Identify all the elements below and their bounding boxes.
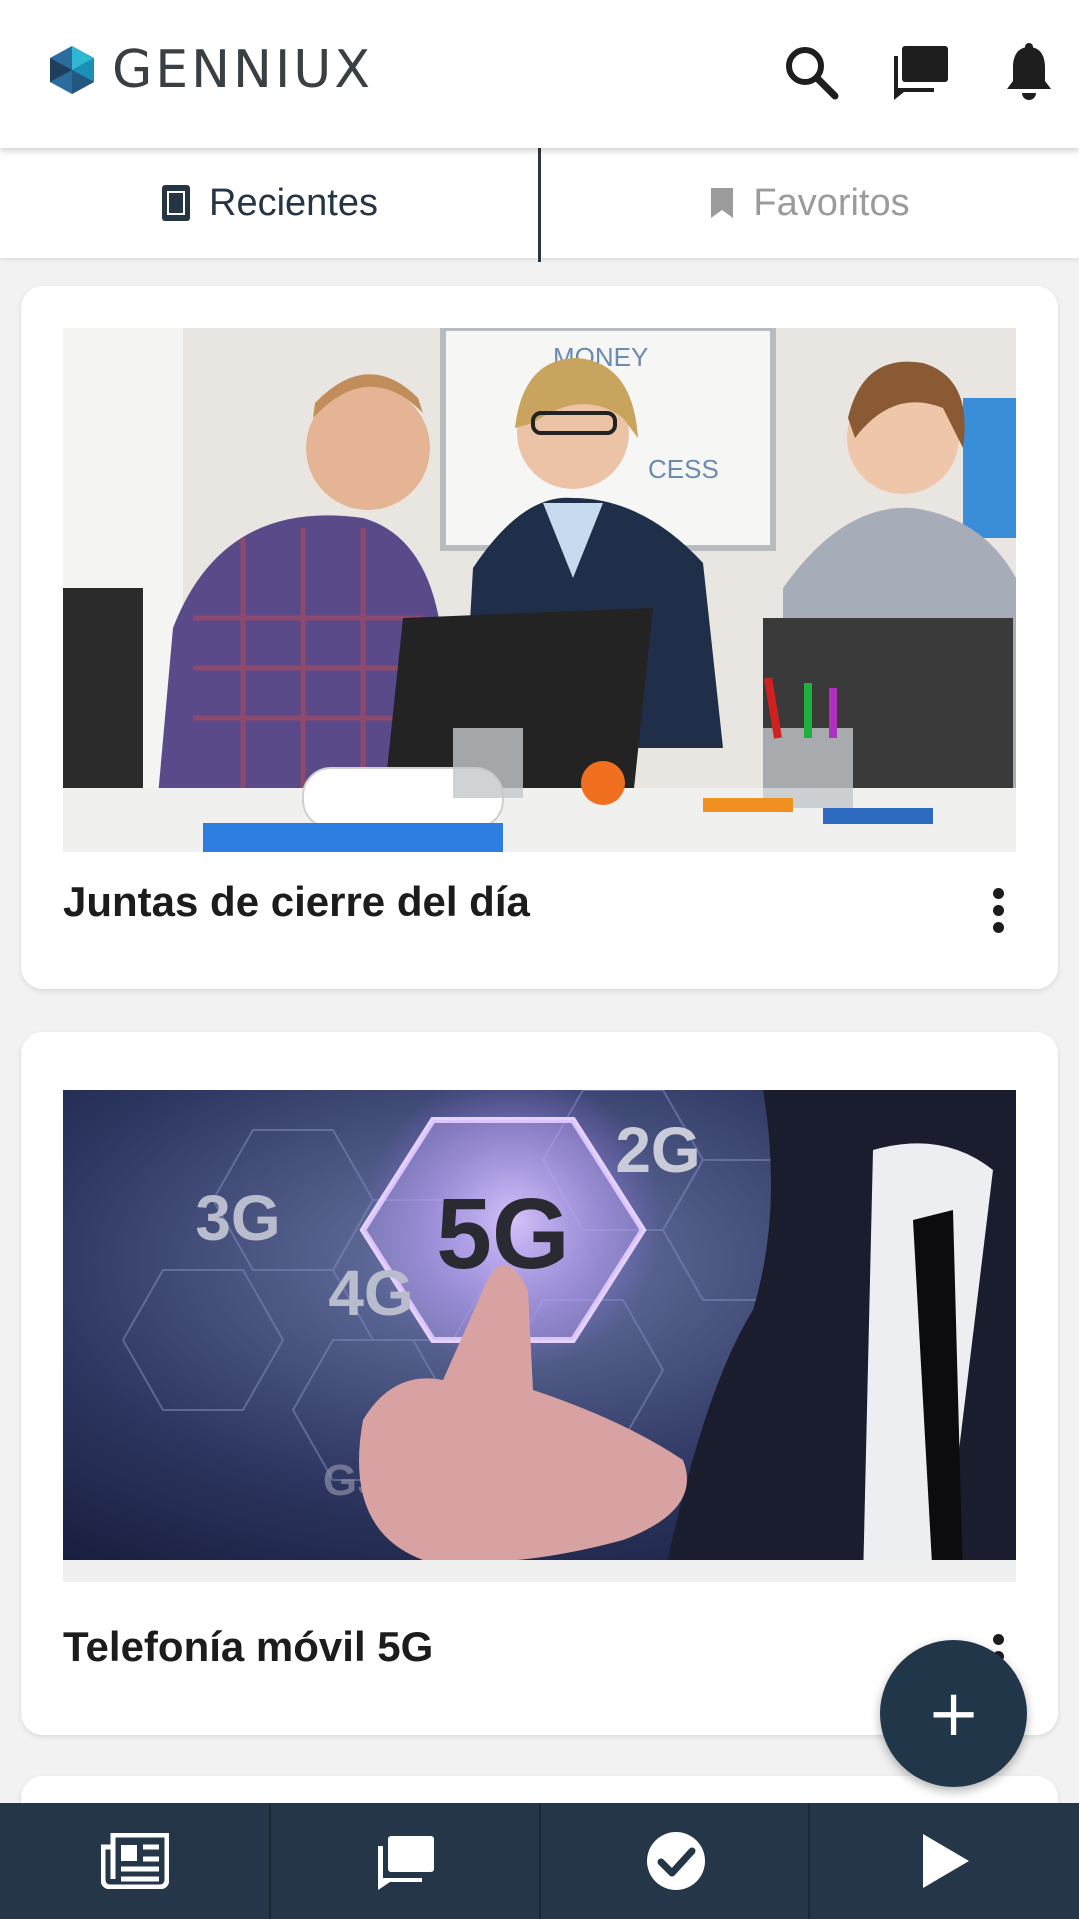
chat-icon[interactable] xyxy=(890,42,950,102)
card-title: Juntas de cierre del día xyxy=(63,878,530,925)
search-icon[interactable] xyxy=(781,42,841,102)
tab-recientes-label: Recientes xyxy=(209,181,378,224)
card-image[interactable]: MONEY N CESS xyxy=(63,328,1016,852)
play-icon xyxy=(922,1834,969,1888)
image-text-3g: 3G xyxy=(195,1182,280,1254)
tab-favoritos[interactable]: Favoritos xyxy=(540,148,1079,258)
bookmark-icon xyxy=(711,188,734,218)
tab-bar: Recientes Favoritos xyxy=(0,148,1079,262)
content-card[interactable]: MONEY N CESS xyxy=(21,286,1058,989)
nav-news[interactable] xyxy=(0,1803,269,1919)
nav-tasks[interactable] xyxy=(541,1803,810,1919)
brand-logo[interactable]: GENNIUX xyxy=(46,40,373,100)
logo-mark-icon xyxy=(50,46,94,94)
whiteboard-text-cess: CESS xyxy=(648,454,719,484)
more-vert-icon[interactable] xyxy=(990,886,1006,936)
app-root: GENNIUX Recientes Favoritos MONEY CESS J… xyxy=(0,0,1079,1919)
card-image[interactable]: 5G 2G 3G 4G GSM xyxy=(63,1090,1016,1582)
check-circle-icon xyxy=(646,1832,705,1890)
tab-recientes[interactable]: Recientes xyxy=(0,148,539,258)
image-text-4g: 4G xyxy=(328,1257,413,1329)
nav-chat[interactable] xyxy=(271,1803,540,1919)
content-card[interactable]: 5G 2G 3G 4G GSM Telefonía móvil 5G xyxy=(21,1032,1058,1735)
card-title: Telefonía móvil 5G xyxy=(63,1623,434,1670)
nav-play[interactable] xyxy=(810,1803,1079,1919)
bottom-nav xyxy=(0,1803,1079,1919)
image-text-2g: 2G xyxy=(615,1114,700,1186)
chat-icon xyxy=(377,1836,434,1890)
app-header: GENNIUX xyxy=(0,0,1079,148)
bell-icon[interactable] xyxy=(999,42,1059,102)
news-icon xyxy=(100,1833,169,1889)
brand-name: GENNIUX xyxy=(112,40,373,100)
tab-favoritos-label: Favoritos xyxy=(753,181,910,224)
add-fab-button[interactable]: + xyxy=(880,1640,1027,1787)
tablet-icon xyxy=(162,185,190,221)
